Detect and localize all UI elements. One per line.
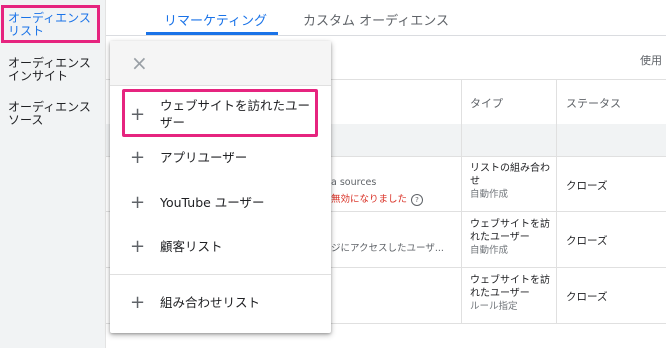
menu-item-customer-list[interactable]: + 顧客リスト: [110, 232, 331, 268]
tab-custom-audience[interactable]: カスタム オーディエンス: [303, 10, 449, 29]
source-status-fragment: 無効になりました?: [331, 191, 424, 206]
menu-item-combined-list[interactable]: + 組み合わせリスト: [110, 288, 331, 324]
table-cell-status: クローズ: [566, 291, 608, 303]
plus-icon: +: [130, 192, 146, 213]
plus-icon: +: [130, 292, 146, 313]
menu-divider: [110, 274, 331, 275]
tabs-divider: [106, 35, 666, 36]
tab-remarketing[interactable]: リマーケティング: [164, 10, 267, 29]
usage-header-label: 使用: [640, 54, 662, 67]
table-cell-type: ウェブサイトを訪れたユーザー 自動作成: [470, 219, 550, 256]
table-cell-type: ウェブサイトを訪れたユーザー ルール指定: [470, 275, 550, 312]
menu-header: ×: [110, 41, 331, 86]
menu-item-label: 組み合わせリスト: [160, 295, 261, 310]
help-icon[interactable]: ?: [411, 193, 424, 206]
source-name-fragment[interactable]: ジにアクセスしたユーザ...: [331, 240, 444, 254]
sidebar-nav: オーディエンス リスト オーディエンス インサイト オーディエンス ソース: [0, 0, 106, 348]
menu-item-app-users[interactable]: + アプリユーザー: [110, 143, 331, 179]
table-cell-status: クローズ: [566, 180, 608, 192]
sidebar-item-audience-insights[interactable]: オーディエンス インサイト: [8, 57, 91, 83]
sidebar-item-audience-sources[interactable]: オーディエンス ソース: [8, 101, 91, 127]
highlight-box-sidebar: [1, 5, 100, 43]
add-audience-menu: × + ウェブサイトを訪れたユー ザー + アプリユーザー + YouTube …: [110, 41, 331, 333]
menu-item-label: アプリユーザー: [160, 150, 248, 165]
source-name-fragment[interactable]: a sources: [331, 177, 376, 188]
highlight-box-menu-item: [122, 89, 318, 137]
table-cell-status: クローズ: [566, 235, 608, 247]
menu-item-label: YouTube ユーザー: [160, 195, 265, 210]
column-divider: [556, 79, 557, 323]
column-header-status[interactable]: ステータス: [566, 95, 621, 111]
close-icon[interactable]: ×: [131, 53, 148, 73]
plus-icon: +: [130, 236, 146, 257]
column-header-type[interactable]: タイプ: [470, 95, 503, 111]
column-divider: [461, 79, 462, 323]
menu-item-label: 顧客リスト: [160, 239, 223, 254]
menu-item-youtube-users[interactable]: + YouTube ユーザー: [110, 188, 331, 224]
plus-icon: +: [130, 147, 146, 168]
table-cell-type: リストの組み合わせ 自動作成: [470, 163, 550, 200]
